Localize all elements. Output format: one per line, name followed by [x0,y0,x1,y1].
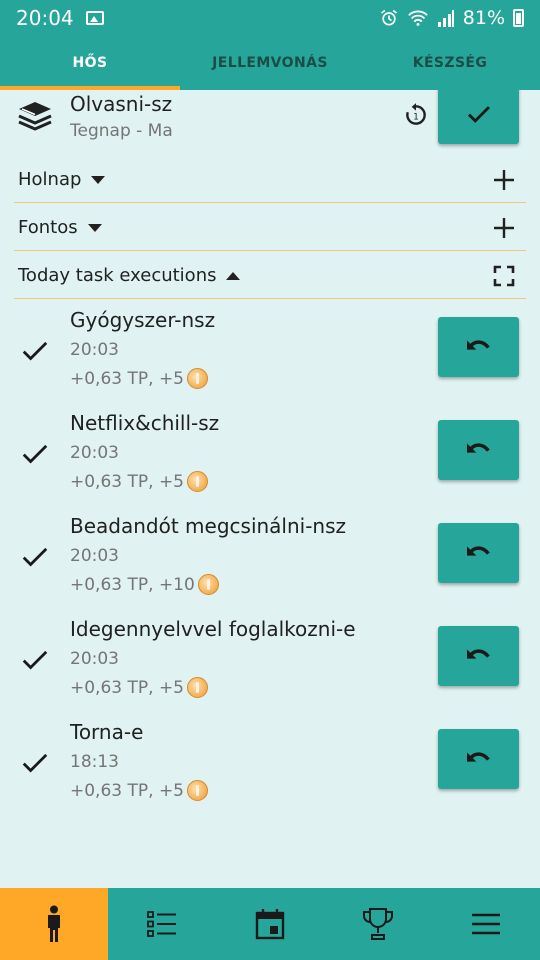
execution-title: Netflix&chill-sz [70,411,220,435]
person-icon [48,905,60,942]
nav-achievements[interactable] [324,888,432,960]
execution-row: Idegennyelvvel foglalkozni-e 20:03 +0,63… [0,617,540,713]
execution-time: 20:03 [70,649,119,669]
check-icon [22,341,48,361]
nav-tasks[interactable] [108,888,216,960]
execution-title: Idegennyelvvel foglalkozni-e [70,617,356,641]
nav-hero[interactable] [0,888,108,960]
execution-title: Gyógyszer-nsz [70,308,216,332]
coin-icon [187,471,209,492]
gallery-icon [85,11,104,25]
check-icon [467,106,490,123]
menu-icon [472,913,500,935]
svg-text:1: 1 [413,112,419,122]
undo-button[interactable] [438,317,519,377]
execution-reward: +0,63 TP, +5 [70,677,185,698]
check-icon [22,650,48,670]
execution-time: 20:03 [70,443,119,463]
tab-hero[interactable]: HŐS [0,36,180,90]
current-task-title: Olvasni-sz [70,92,173,116]
expand-down-icon [91,176,106,184]
undo-icon [466,443,490,453]
nav-menu[interactable] [432,888,540,960]
add-icon[interactable] [492,168,516,192]
coin-icon [187,780,209,801]
execution-row: Torna-e 18:13 +0,63 TP, +5 [0,720,540,816]
execution-time: 20:03 [70,340,119,360]
tab-traits[interactable]: JELLEMVONÁS [180,36,360,90]
coin-icon [187,368,209,389]
nav-calendar[interactable] [216,888,324,960]
wifi-icon [407,10,428,26]
add-icon[interactable] [492,216,516,240]
current-task-row[interactable]: Olvasni-sz Tegnap - Ma 1 [0,90,540,150]
section-important[interactable]: Fontos [14,205,526,251]
collapse-up-icon [226,272,241,280]
alarm-icon [380,9,397,26]
complete-task-button[interactable] [438,90,519,144]
execution-title: Beadandót megcsinálni-nsz [70,514,347,538]
calendar-icon [255,909,285,940]
execution-time: 20:03 [70,546,119,566]
battery-percent: 81% [462,7,505,29]
section-today-executions[interactable]: Today task executions [14,253,526,299]
undo-icon [466,340,490,350]
section-important-label: Fontos [18,217,78,238]
execution-reward: +0,63 TP, +5 [70,368,185,389]
section-tomorrow[interactable]: Holnap [14,157,526,203]
undo-button[interactable] [438,729,519,789]
undo-icon [466,649,490,659]
undo-button[interactable] [438,523,519,583]
reset-icon[interactable]: 1 [403,102,429,128]
bottom-nav [0,888,540,960]
status-icons: 81% [379,7,524,29]
books-icon [18,102,52,131]
trophy-icon [363,908,393,940]
coin-icon [197,574,219,595]
undo-button[interactable] [438,420,519,480]
list-icon [147,911,176,937]
status-bar: 20:04 81% [0,0,540,36]
undo-icon [466,546,490,556]
fullscreen-icon[interactable] [492,264,516,288]
execution-time: 18:13 [70,752,119,772]
current-task-subtitle: Tegnap - Ma [70,121,173,141]
check-icon [22,547,48,567]
tab-skills[interactable]: KÉSZSÉG [360,36,540,90]
signal-icon [437,10,454,27]
check-icon [22,753,48,773]
coin-icon [187,677,209,698]
execution-row: Beadandót megcsinálni-nsz 20:03 +0,63 TP… [0,514,540,610]
section-tomorrow-label: Holnap [18,169,82,190]
undo-button[interactable] [438,626,519,686]
main-content: Olvasni-sz Tegnap - Ma 1 Holnap Fontos T… [0,90,540,888]
execution-reward: +0,63 TP, +10 [70,574,195,595]
execution-row: Gyógyszer-nsz 20:03 +0,63 TP, +5 [0,308,540,404]
battery-icon [513,9,524,27]
expand-down-icon [87,224,102,232]
status-time: 20:04 [16,6,74,30]
check-icon [22,444,48,464]
section-today-label: Today task executions [18,265,217,286]
execution-title: Torna-e [70,720,144,744]
execution-row: Netflix&chill-sz 20:03 +0,63 TP, +5 [0,411,540,507]
tab-bar: HŐS JELLEMVONÁS KÉSZSÉG [0,36,540,90]
execution-reward: +0,63 TP, +5 [70,471,185,492]
execution-reward: +0,63 TP, +5 [70,780,185,801]
undo-icon [466,752,490,762]
